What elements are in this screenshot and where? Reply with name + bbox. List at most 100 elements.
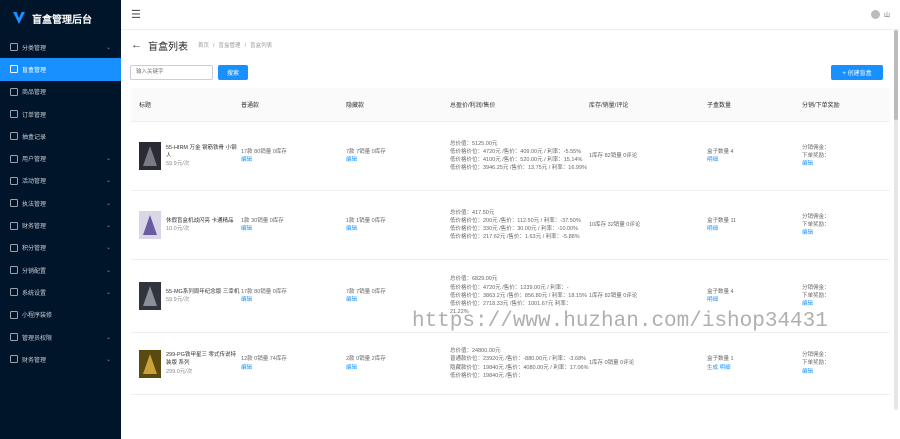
menu-icon — [10, 154, 18, 163]
sub-count: 盒子数量 4 — [707, 148, 734, 155]
sidebar-item[interactable]: 小程序装修 — [0, 304, 121, 326]
product-thumbnail[interactable] — [139, 282, 161, 310]
user-menu[interactable]: 山 — [870, 10, 890, 19]
sidebar-item[interactable]: 抽盒记录 — [0, 125, 121, 147]
sidebar-item[interactable]: 系统设置 ⌄ — [0, 281, 121, 303]
sidebar-menu: 分类管理 ⌄ 盲盒管理 商品管理 订单管理 抽盒记录 用户管理 ⌄ 活动管理 ⌄ 执法管理 ⌄ 财务管理… — [0, 36, 121, 370]
sidebar-item[interactable]: 积分管理 ⌄ — [0, 237, 121, 259]
cell-hidden: 2款 0销量 2库存 编辑 — [346, 333, 450, 394]
sidebar-item-label: 分类管理 — [22, 45, 47, 52]
chevron-down-icon: ⌄ — [105, 156, 111, 163]
profit-line: 总价值：24800.00元 — [450, 348, 501, 355]
cell-sub: 盒子数量 1 生成 明细 — [707, 333, 802, 394]
cell-normal: 17款 80销量 0库存 编辑 — [241, 260, 346, 332]
chevron-down-icon: ⌄ — [105, 178, 111, 185]
cell-dist: 分销佣金： 下单奖励： 编辑 — [802, 122, 882, 190]
edit-hidden-link[interactable]: 编辑 — [346, 225, 450, 233]
cell-dist: 分销佣金： 下单奖励： 编辑 — [802, 333, 882, 394]
blindbox-table: 标题 普通款 隐藏款 总盈价/利润/售价 库存/销量/评论 子盒数量 分销/下单… — [131, 88, 890, 395]
user-name: 山 — [883, 13, 890, 19]
profit-line: 总价值：417.50元 — [450, 209, 495, 216]
normal-summary: 12款 0销量 74库存 — [241, 356, 287, 363]
sidebar-item[interactable]: 盲盒管理 — [0, 58, 121, 81]
cell-stock: 1库存 82销量 0评论 — [589, 122, 707, 190]
product-name: 55-MG系列周年纪念版 三幸机 — [166, 288, 240, 295]
edit-dist-link[interactable]: 编辑 — [802, 229, 882, 237]
scrollbar-thumb[interactable] — [894, 30, 898, 120]
sidebar-item[interactable]: 活动管理 ⌄ — [0, 170, 121, 192]
sidebar-item-label: 财务管理 — [22, 224, 47, 231]
product-thumbnail[interactable] — [139, 211, 161, 239]
sidebar-item[interactable]: 财务管理 ⌄ — [0, 348, 121, 370]
cell-normal: 17款 80销量 0库存 编辑 — [241, 122, 346, 190]
product-thumbnail[interactable] — [139, 142, 161, 170]
sidebar-item[interactable]: 用户管理 ⌄ — [0, 147, 121, 169]
search-button[interactable]: 搜索 — [218, 64, 248, 80]
chevron-down-icon: ⌄ — [105, 356, 111, 363]
edit-normal-link[interactable]: 编辑 — [241, 364, 346, 372]
edit-normal-link[interactable]: 编辑 — [241, 225, 346, 233]
sidebar-item[interactable]: 商品管理 — [0, 81, 121, 103]
chevron-down-icon: ⌄ — [105, 223, 111, 230]
edit-dist-link[interactable]: 编辑 — [802, 160, 882, 168]
sidebar-item-label: 执法管理 — [22, 201, 47, 208]
product-price: 299.0元/次 — [166, 368, 193, 375]
hamburger-icon[interactable]: ☰ — [131, 8, 141, 21]
scrollbar[interactable] — [894, 30, 898, 410]
sidebar-item-label: 系统设置 — [22, 290, 47, 297]
cell-sub: 盒子数量 11 明细 — [707, 191, 802, 259]
edit-normal-link[interactable]: 编辑 — [241, 156, 346, 164]
sidebar-item[interactable]: 订单管理 — [0, 103, 121, 125]
create-blindbox-button[interactable]: + 创建盲盒 — [831, 64, 883, 80]
chevron-down-icon: ⌄ — [105, 245, 111, 252]
cell-title: 55-MG系列周年纪念版 三幸机 59.9元/次 — [131, 260, 241, 332]
sub-detail-link[interactable]: 明细 — [707, 296, 802, 304]
cell-title: 55-HIRM 万金 钢筋铁骨 小钢人 59.9元/次 — [131, 122, 241, 190]
top-bar: ☰ 山 — [121, 0, 900, 30]
cell-normal: 1款 30销量 0库存 编辑 — [241, 191, 346, 259]
cell-normal: 12款 0销量 74库存 编辑 — [241, 333, 346, 394]
breadcrumb: 首页 / 盲盒管理 / 盲盒列表 — [198, 43, 273, 49]
sub-detail-link[interactable]: 明细 — [707, 225, 802, 233]
edit-hidden-link[interactable]: 编辑 — [346, 364, 450, 372]
cell-dist: 分销佣金： 下单奖励： 编辑 — [802, 191, 882, 259]
profit-line: 低价格价位：3863.2元 /售价：856.80元 / 利率：18.15% — [450, 292, 587, 299]
header-title: 标题 — [139, 103, 152, 109]
cell-profit: 总价值：417.50元 低价格价位：200元 /售价：112.50元 / 利率：-… — [450, 191, 589, 259]
sidebar-item[interactable]: 执法管理 ⌄ — [0, 192, 121, 214]
cell-hidden: 1款 1销量 0库存 编辑 — [346, 191, 450, 259]
dist-commission: 分销佣金： — [802, 352, 830, 359]
normal-summary: 17款 80销量 0库存 — [241, 288, 287, 295]
breadcrumb-home[interactable]: 首页 — [198, 43, 209, 49]
sub-count: 盒子数量 11 — [707, 217, 737, 224]
menu-icon — [10, 243, 18, 252]
sub-detail-link[interactable]: 明细 — [707, 156, 802, 164]
breadcrumb-section[interactable]: 盲盒管理 — [219, 43, 241, 49]
edit-dist-link[interactable]: 编辑 — [802, 300, 882, 308]
profit-line: 低价格价位：3946.25元 /售价：13.75元 / 利率：16.99% — [450, 165, 587, 172]
sidebar-item[interactable]: 分销配置 ⌄ — [0, 259, 121, 281]
edit-hidden-link[interactable]: 编辑 — [346, 156, 450, 164]
sub-detail-link[interactable]: 生成 明细 — [707, 364, 802, 372]
hidden-summary: 7款 7销量 0库存 — [346, 288, 386, 295]
search-input[interactable] — [130, 64, 213, 80]
sidebar-item-label: 管理员权限 — [22, 335, 53, 342]
product-thumbnail[interactable] — [139, 349, 161, 378]
hidden-summary: 7款 7销量 0库存 — [346, 148, 386, 155]
sidebar: 盲盒管理后台 分类管理 ⌄ 盲盒管理 商品管理 订单管理 抽盒记录 用户管理 ⌄ 活动管理 ⌄ 执法… — [0, 0, 121, 439]
edit-hidden-link[interactable]: 编辑 — [346, 296, 450, 304]
product-name: 55-HIRM 万金 钢筋铁骨 小钢人 — [166, 144, 237, 159]
sidebar-item[interactable]: 管理员权限 ⌄ — [0, 326, 121, 348]
header-hidden: 隐藏款 — [346, 103, 365, 109]
cell-stock: 10库存 32销量 0评论 — [589, 191, 707, 259]
header-sub: 子盒数量 — [707, 103, 732, 109]
watermark: https://www.huzhan.com/ishop34431 — [412, 310, 828, 333]
edit-dist-link[interactable]: 编辑 — [802, 368, 882, 376]
main-content: ☰ 山 ← 盲盒列表 首页/盲盒管理/盲盒列表 搜索 + 创建盲盒 标题 普通款… — [121, 0, 900, 439]
sidebar-item[interactable]: 分类管理 ⌄ — [0, 36, 121, 58]
sidebar-item[interactable]: 财务管理 ⌄ — [0, 214, 121, 236]
back-arrow-icon[interactable]: ← — [131, 39, 142, 51]
profit-line: 低价格价位：217.62元 /售价：1.63元 / 利率：-5.88% — [450, 234, 580, 241]
edit-normal-link[interactable]: 编辑 — [241, 296, 346, 304]
sidebar-logo[interactable]: 盲盒管理后台 — [0, 0, 121, 36]
